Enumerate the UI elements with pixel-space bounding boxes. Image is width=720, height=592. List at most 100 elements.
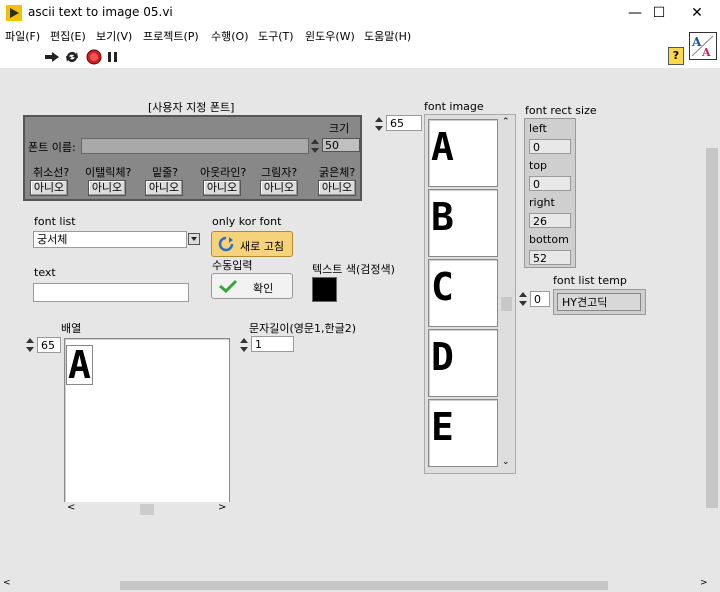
- menu-operate[interactable]: 수행(O): [211, 28, 248, 44]
- refresh-icon: [218, 236, 234, 252]
- outline-toggle[interactable]: 아니오: [203, 180, 241, 196]
- scroll-left-icon[interactable]: <: [3, 578, 11, 588]
- abort-execution-icon[interactable]: [86, 49, 102, 65]
- menu-project[interactable]: 프로젝트(P): [143, 28, 199, 44]
- rect-right-value: 26: [529, 213, 571, 228]
- rect-bottom-value: 52: [529, 250, 571, 265]
- font-size-field[interactable]: 50: [322, 138, 360, 152]
- svg-text:A: A: [691, 35, 702, 49]
- menu-bar: 파일(F) 편집(E) 보기(V) 프로젝트(P) 수행(O) 도구(T) 윈도…: [0, 26, 686, 44]
- menu-edit[interactable]: 편집(E): [50, 28, 86, 44]
- underline-label: 밑줄?: [152, 166, 179, 179]
- italic-label: 이탤릭체?: [85, 166, 132, 179]
- horizontal-scrollbar-thumb[interactable]: [120, 581, 608, 590]
- vi-icon: A A: [689, 32, 717, 60]
- shadow-label: 그림자?: [261, 166, 298, 179]
- run-arrow-icon[interactable]: [44, 51, 60, 63]
- size-spinner-icon[interactable]: [310, 137, 320, 155]
- font-cluster: 크기 폰트 이름: 50 취소선? 이탤릭체? 밑줄? 아웃라인? 그림자? 굵…: [23, 115, 362, 201]
- font-image-label: font image: [424, 100, 484, 113]
- font-image-scroll-up-icon[interactable]: ⌃: [502, 117, 510, 127]
- font-image-cell: E: [428, 399, 498, 467]
- font-image-cell: B: [428, 189, 498, 257]
- toolbar: ?: [0, 44, 720, 68]
- context-help-button[interactable]: ?: [668, 47, 684, 65]
- refresh-button[interactable]: 새로 고침: [211, 231, 293, 257]
- text-input[interactable]: [33, 283, 189, 302]
- array-hscroll-thumb[interactable]: [140, 504, 154, 515]
- array-index-field[interactable]: 65: [37, 337, 61, 353]
- manual-input-label: 수동입력: [212, 259, 253, 272]
- length-field[interactable]: 1: [251, 336, 294, 352]
- font-image-glyph: A: [431, 125, 454, 169]
- text-color-label: 텍스트 색(검정색): [312, 263, 395, 276]
- font-list-temp-spinner-icon[interactable]: [518, 290, 528, 308]
- font-cluster-title: [사용자 지정 폰트]: [148, 101, 235, 114]
- font-list-label: font list: [34, 215, 76, 228]
- length-spinner-icon[interactable]: [239, 336, 249, 354]
- bold-label: 굵은체?: [319, 166, 356, 179]
- font-image-glyph: E: [431, 405, 454, 449]
- array-hscrollbar[interactable]: < >: [64, 502, 230, 516]
- font-image-glyph: D: [431, 335, 454, 379]
- font-name-label: 폰트 이름:: [28, 141, 76, 154]
- length-label: 문자길이(영문1,한글2): [249, 322, 357, 335]
- strikeout-toggle[interactable]: 아니오: [30, 180, 68, 196]
- font-image-index-spinner-icon[interactable]: [374, 115, 384, 133]
- array-scroll-left-icon[interactable]: <: [67, 502, 75, 513]
- title-bar: ascii text to image 05.vi — ☐ ✕: [0, 0, 720, 26]
- menu-window[interactable]: 윈도우(W): [305, 28, 355, 44]
- svg-text:A: A: [701, 46, 711, 59]
- shadow-toggle[interactable]: 아니오: [260, 180, 298, 196]
- font-image-cell: C: [428, 259, 498, 327]
- font-image-scroll-down-icon[interactable]: ⌄: [502, 457, 510, 467]
- array-scroll-right-icon[interactable]: >: [218, 502, 226, 513]
- bold-toggle[interactable]: 아니오: [318, 180, 356, 196]
- font-list-temp-index-field[interactable]: 0: [530, 291, 550, 307]
- font-image-index-field[interactable]: 65: [386, 115, 422, 131]
- menu-view[interactable]: 보기(V): [96, 28, 132, 44]
- vi-icon-area: A A: [686, 26, 720, 68]
- menu-file[interactable]: 파일(F): [5, 28, 40, 44]
- font-list-value[interactable]: 궁서체: [33, 231, 187, 248]
- checkmark-icon: [219, 279, 238, 293]
- menu-help[interactable]: 도움말(H): [364, 28, 411, 44]
- pause-icon[interactable]: [107, 51, 119, 63]
- font-image-glyph: B: [431, 195, 454, 239]
- horizontal-scrollbar[interactable]: < >: [0, 578, 720, 592]
- dropdown-arrow-icon[interactable]: [188, 233, 200, 245]
- font-image-array: A B C D E ⌃ ⌄: [424, 114, 516, 474]
- italic-toggle[interactable]: 아니오: [88, 180, 126, 196]
- font-image-vscroll-thumb[interactable]: [501, 297, 512, 311]
- font-name-field[interactable]: [81, 138, 309, 154]
- rect-top-label: top: [529, 159, 548, 172]
- only-kor-font-label: only kor font: [212, 215, 282, 228]
- font-list-ring[interactable]: 궁서체: [33, 231, 203, 248]
- outline-label: 아웃라인?: [200, 166, 247, 179]
- text-label: text: [34, 266, 56, 279]
- window-title: ascii text to image 05.vi: [28, 5, 173, 19]
- close-button[interactable]: ✕: [674, 0, 720, 26]
- font-list-temp-array: HY견고딕: [553, 289, 646, 315]
- font-image-vscrollbar[interactable]: ⌃ ⌄: [500, 117, 513, 471]
- font-list-temp-value: HY견고딕: [557, 293, 641, 311]
- text-color-swatch[interactable]: [312, 277, 337, 302]
- vertical-scrollbar-thumb[interactable]: [706, 148, 718, 508]
- underline-toggle[interactable]: 아니오: [145, 180, 183, 196]
- confirm-button[interactable]: 확인: [211, 273, 293, 299]
- font-list-temp-label: font list temp: [553, 274, 627, 287]
- font-image-cell: A: [428, 119, 498, 187]
- font-rect-label: font rect size: [525, 104, 597, 117]
- array-element: A: [66, 343, 93, 387]
- run-continuously-icon[interactable]: [64, 49, 80, 65]
- font-image-glyph: C: [431, 265, 454, 309]
- rect-left-value: 0: [529, 139, 571, 154]
- menu-tools[interactable]: 도구(T): [258, 28, 294, 44]
- rect-right-label: right: [529, 196, 555, 209]
- scroll-right-icon[interactable]: >: [700, 578, 708, 588]
- array-index-spinner-icon[interactable]: [25, 336, 35, 354]
- vertical-scrollbar[interactable]: [703, 68, 720, 580]
- font-rect-cluster: left 0 top 0 right 26 bottom 52: [524, 118, 576, 268]
- strikeout-label: 취소선?: [33, 166, 70, 179]
- array-display: A: [64, 338, 230, 503]
